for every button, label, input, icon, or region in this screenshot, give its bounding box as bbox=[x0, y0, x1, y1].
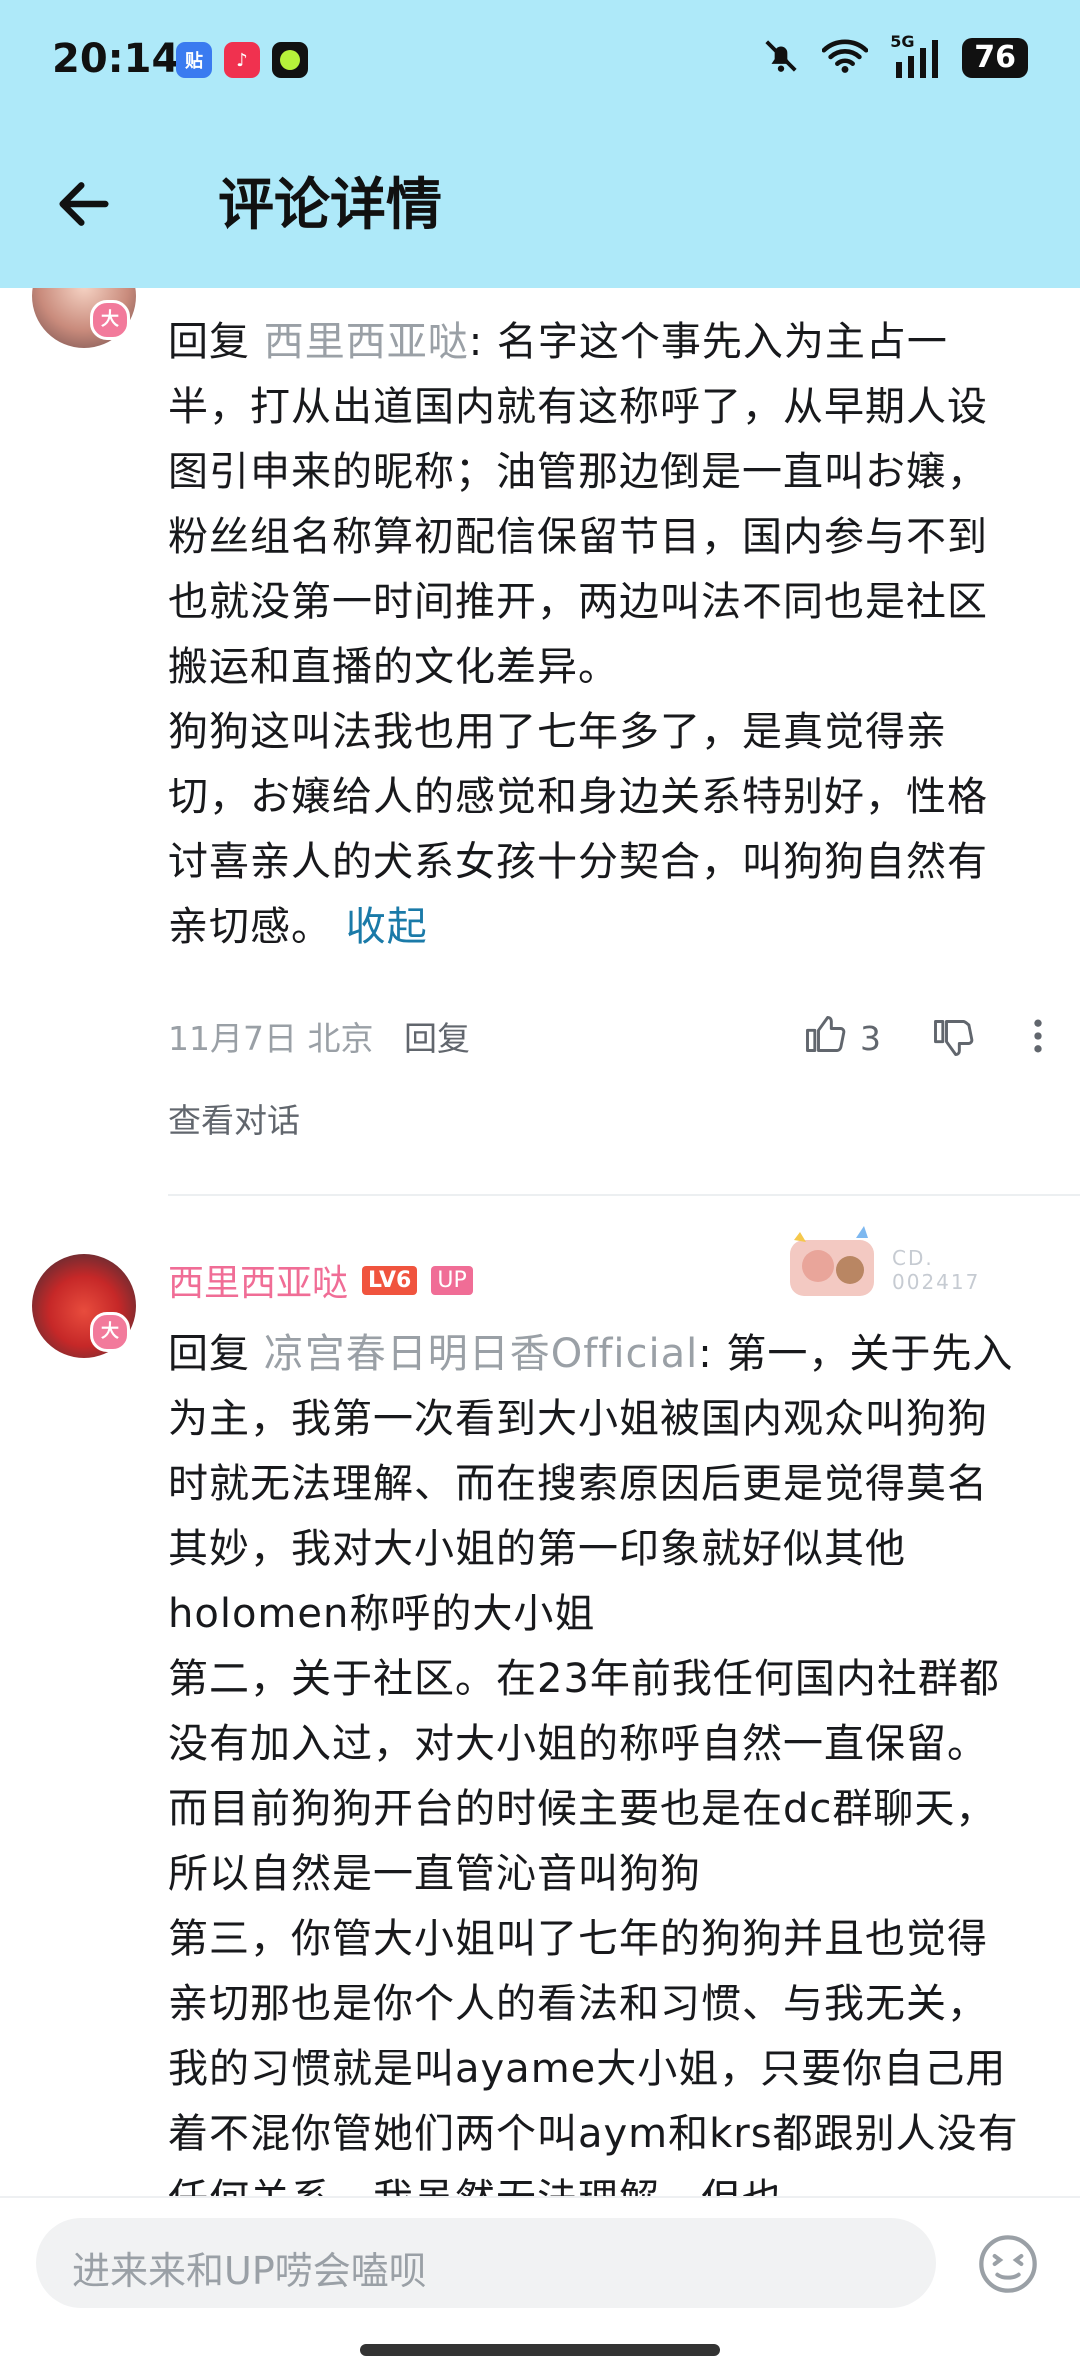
like-button[interactable]: 3 bbox=[802, 1012, 881, 1064]
home-indicator[interactable] bbox=[360, 2344, 720, 2356]
tieba-icon: 贴 bbox=[176, 42, 212, 78]
status-bar: 20:14 贴 ♪ 5G 76 bbox=[0, 0, 1080, 120]
comment-text[interactable]: 回复 西里西亚哒: 名字这个事先入为主占一半，打从出道国内就有这称呼了，从早期人… bbox=[168, 310, 1028, 960]
view-conversation-link[interactable]: 查看对话 bbox=[168, 1094, 300, 1142]
divider bbox=[168, 1194, 1080, 1196]
fan-badge: CD. 002417 bbox=[780, 1216, 980, 1316]
header: 20:14 贴 ♪ 5G 76 评论详情 bbox=[0, 0, 1080, 288]
comment-paragraph: 狗狗这叫法我也用了七年多了，是真觉得亲切，お嬢给人的感觉和身边关系特别好，性格讨… bbox=[168, 709, 988, 950]
comment-paragraph: : 名字这个事先入为主占一半，打从出道国内就有这称呼了，从早期人设图引申来的昵称… bbox=[168, 319, 988, 690]
comment-input[interactable]: 进来来和UP唠会嗑呗 bbox=[36, 2218, 936, 2308]
wifi-icon bbox=[821, 38, 869, 78]
vip-badge: 大 bbox=[90, 300, 130, 340]
system-icons: 5G 76 bbox=[762, 32, 1028, 80]
comment-paragraph: 第二，关于社区。在23年前我任何国内社群都没有加入过，对大小姐的称呼自然一直保留… bbox=[168, 1656, 1000, 1897]
page-title: 评论详情 bbox=[218, 173, 442, 238]
nav-bar: 评论详情 bbox=[0, 150, 1080, 260]
comment-text[interactable]: 回复 凉宫春日明日香Official: 第一，关于先入为主，我第一次看到大小姐被… bbox=[168, 1322, 1028, 2196]
battery-indicator: 76 bbox=[962, 38, 1028, 78]
comment-meta: 11月7日 北京 回复 bbox=[168, 1012, 470, 1060]
more-options-icon[interactable] bbox=[1020, 1014, 1056, 1062]
mute-bell-icon bbox=[762, 36, 800, 80]
music-icon: ♪ bbox=[224, 42, 260, 78]
reply-prefix: 回复 bbox=[168, 1331, 264, 1377]
up-badge: UP bbox=[431, 1265, 473, 1295]
vip-badge: 大 bbox=[90, 1312, 130, 1352]
fan-badge-label: CD. bbox=[892, 1246, 934, 1270]
collapse-link[interactable]: 收起 bbox=[346, 904, 428, 950]
username[interactable]: 西里西亚哒 bbox=[168, 1254, 348, 1306]
thumbs-down-icon[interactable] bbox=[930, 1016, 974, 1064]
comment-date: 11月7日 bbox=[168, 1019, 297, 1058]
notification-icons: 贴 ♪ bbox=[176, 42, 308, 78]
like-count: 3 bbox=[860, 1018, 881, 1058]
emoji-icon[interactable] bbox=[976, 2232, 1040, 2296]
fan-badge-image bbox=[790, 1226, 874, 1296]
comment-location: 北京 bbox=[307, 1019, 374, 1058]
signal-icon: 5G bbox=[890, 32, 940, 78]
input-placeholder: 进来来和UP唠会嗑呗 bbox=[72, 2249, 427, 2293]
level-badge: LV6 bbox=[362, 1265, 418, 1295]
fan-badge-number: 002417 bbox=[892, 1270, 981, 1294]
comment-paragraph: 第三，你管大小姐叫了七年的狗狗并且也觉得亲切那也是你个人的看法和习惯、与我无关，… bbox=[168, 1916, 1019, 2196]
reply-to-user[interactable]: 凉宫春日明日香Official bbox=[264, 1331, 699, 1377]
reply-prefix: 回复 bbox=[168, 319, 264, 365]
back-arrow-icon[interactable] bbox=[52, 172, 116, 236]
clock: 20:14 bbox=[52, 36, 180, 82]
reply-button[interactable]: 回复 bbox=[404, 1019, 470, 1058]
reply-to-user[interactable]: 西里西亚哒 bbox=[264, 319, 469, 365]
comment-author[interactable]: 西里西亚哒 LV6 UP bbox=[168, 1254, 473, 1306]
comment-input-bar: 进来来和UP唠会嗑呗 bbox=[0, 2196, 1080, 2378]
green-app-icon bbox=[272, 42, 308, 78]
thumbs-up-icon bbox=[802, 1012, 846, 1064]
comment-list[interactable]: 大 回复 西里西亚哒: 名字这个事先入为主占一半，打从出道国内就有这称呼了，从早… bbox=[0, 0, 1080, 2196]
